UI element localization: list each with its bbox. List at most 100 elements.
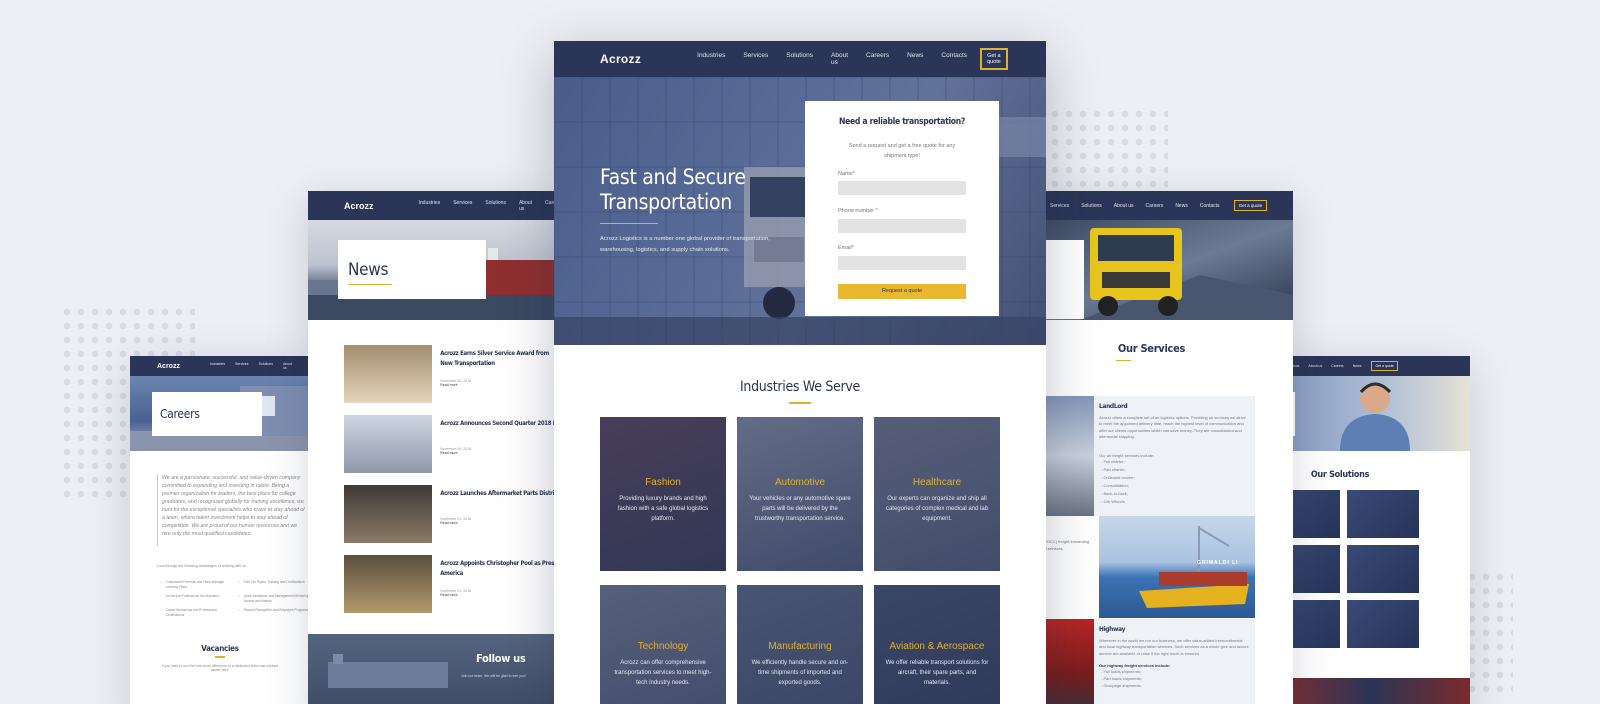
check-icon: ✓	[160, 608, 163, 612]
nav-item-about-us[interactable]: About us	[519, 200, 532, 212]
nav-item-about-us[interactable]: About us	[831, 52, 848, 66]
news-item[interactable]: Acrozz Appoints Christopher Pool as Pres…	[344, 555, 558, 613]
industry-tile-fashion[interactable]: Fashion Providing luxury brands and high …	[600, 417, 726, 571]
news-thumbnail[interactable]	[344, 555, 433, 613]
nav-item-careers[interactable]: Careers	[1331, 364, 1343, 368]
landlord-title: LandLord	[1099, 402, 1128, 410]
main-navbar: Acrozz Industries Services Solutions About …	[554, 41, 1046, 77]
tile-content: Manufacturing We efficiently handle secur…	[737, 641, 863, 688]
services-quote-button[interactable]: Get a quote	[1233, 200, 1268, 211]
industries-title: Industries We Serve	[740, 379, 860, 395]
nav-item-contacts[interactable]: Contacts	[1200, 203, 1220, 209]
industry-tile-healthcare[interactable]: Healthcare Our experts can organize and s…	[874, 417, 1000, 571]
benefits-grid: ✓ Customized Personal and Team Manager Le…	[160, 580, 310, 618]
nav-item-services[interactable]: Services	[453, 200, 472, 212]
industries-underline	[789, 402, 811, 404]
solutions-title: Our Solutions	[1310, 470, 1370, 480]
nav-item-about-us[interactable]: About us	[283, 362, 292, 370]
news-text: Acrozz Announces Second Quarter 2018 F No…	[440, 415, 558, 473]
benefit-item: ✓ Quick Assistance and Management Mentori…	[238, 594, 310, 604]
vacancies-underline	[215, 656, 225, 658]
benefit-label: Career Workshops and Professional Certif…	[165, 608, 217, 617]
phone-field[interactable]	[838, 219, 966, 233]
nav-item-careers[interactable]: Careers	[866, 52, 889, 66]
solution-tile[interactable]	[1347, 600, 1419, 648]
freight-list-item: - Full charter;	[1101, 459, 1125, 464]
nav-item-solutions[interactable]: Solutions	[1081, 203, 1102, 209]
benefit-label: Free Tax Rights, Training and Certificat…	[243, 580, 305, 584]
news-item[interactable]: Acrozz Launches Aftermarket Parts Distri…	[344, 485, 558, 543]
benefit-item: ✓ Free Tax Rights, Training and Certifica…	[238, 580, 310, 590]
freight-list-item: - Back-to-back;	[1101, 491, 1128, 496]
news-item-title[interactable]: Acrozz Appoints Christopher Pool as Pres…	[440, 559, 558, 579]
nav-item-contacts[interactable]: Contacts	[941, 52, 967, 66]
solutions-page-mockup: SolutionsAbout usCareersNews Get a quote…	[1270, 356, 1470, 704]
industry-tile-manufacturing[interactable]: Manufacturing We efficiently handle secur…	[737, 585, 863, 704]
email-field[interactable]	[838, 256, 966, 270]
nav-item-careers[interactable]: Careers	[1146, 203, 1164, 209]
nav-item-solutions[interactable]: Solutions	[485, 200, 506, 212]
careers-quote-block: We are a passionate, successful, and val…	[157, 474, 305, 546]
news-item-title[interactable]: Acrozz Announces Second Quarter 2018 F	[440, 419, 558, 429]
news-logo[interactable]: Acrozz	[344, 201, 374, 211]
nav-item-industries[interactable]: Industries	[210, 362, 225, 370]
main-logo[interactable]: Acrozz	[600, 52, 641, 66]
nav-item-news[interactable]: News	[1175, 203, 1188, 209]
request-quote-button[interactable]: Request a quote	[838, 284, 966, 299]
tile-description: We efficiently handle secure and on-time…	[751, 660, 849, 686]
tile-title: Technology	[637, 641, 689, 652]
nav-item-industries[interactable]: Industries	[697, 52, 725, 66]
solution-tile[interactable]	[1347, 545, 1419, 593]
tile-description: Providing luxury brands and high fashion…	[617, 496, 709, 522]
news-thumbnail[interactable]	[344, 345, 433, 403]
news-thumbnail[interactable]	[344, 415, 433, 473]
benefit-label: Reward Recognition and Employee Programs	[243, 608, 309, 612]
news-read-more[interactable]: Read more	[440, 521, 558, 525]
nav-item-services[interactable]: Services	[1050, 203, 1069, 209]
news-read-more[interactable]: Read more	[440, 451, 558, 455]
news-item-title[interactable]: Acrozz Earns Silver Service Award from N…	[440, 349, 558, 369]
solutions-quote-button[interactable]: Get a quote	[1371, 361, 1398, 371]
follow-title: Follow us	[476, 652, 526, 665]
industry-tile-aviation-aerospace[interactable]: Aviation & Aerospace We offer reliable tr…	[874, 585, 1000, 704]
nav-item-solutions[interactable]: Solutions	[786, 52, 813, 66]
industry-tile-automotive[interactable]: Automotive Your vehicles or any automotiv…	[737, 417, 863, 571]
benefit-item: ✓ Reward Recognition and Employee Program…	[238, 608, 310, 618]
nav-item-news[interactable]: News	[1353, 364, 1362, 368]
operator-image	[1340, 382, 1410, 451]
nav-item-about-us[interactable]: About us	[1308, 364, 1322, 368]
highway-image	[1040, 619, 1094, 704]
nav-item-services[interactable]: Services	[743, 52, 768, 66]
get-quote-button[interactable]: Get a quote	[980, 48, 1008, 70]
freight-list-item: - On-board courier;	[1101, 475, 1135, 480]
tile-content: Healthcare Our experts can organize and s…	[874, 477, 1000, 524]
news-item-title[interactable]: Acrozz Launches Aftermarket Parts Distri	[440, 489, 558, 499]
main-hero: Fast and Secure Transportation Acrozz Lo…	[554, 77, 1046, 345]
industry-tile-technology[interactable]: Technology Acrozz can offer comprehensive…	[600, 585, 726, 704]
nav-item-news[interactable]: News	[907, 52, 923, 66]
careers-intro: Look through the following advantages of…	[157, 564, 247, 568]
careers-quote: We are a passionate, successful, and val…	[162, 475, 305, 537]
cargo-ship-graphic	[1139, 526, 1249, 608]
tile-title: Aviation & Aerospace	[889, 641, 985, 652]
freight-list: - Full charter; - Part charter; - On-board…	[1101, 458, 1249, 506]
form-subtitle: Send a request and get a free quote for …	[848, 143, 956, 159]
news-item[interactable]: Acrozz Earns Silver Service Award from N…	[344, 345, 558, 403]
solution-tile[interactable]	[1347, 490, 1419, 538]
careers-logo[interactable]: Acrozz	[157, 363, 180, 370]
nav-item-services[interactable]: Services	[235, 362, 248, 370]
nav-item-industries[interactable]: Industries	[419, 200, 441, 212]
landlord-text: LandLord Acrozz offers a complete set of…	[1099, 402, 1249, 506]
news-list: Acrozz Earns Silver Service Award from N…	[308, 320, 558, 613]
freight-list-item: - Consolidation;	[1101, 483, 1129, 488]
news-read-more[interactable]: Read more	[440, 593, 558, 597]
news-read-more[interactable]: Read more	[440, 383, 558, 387]
tile-description: Your vehicles or any automotive spare pa…	[749, 496, 851, 522]
tile-title: Automotive	[774, 477, 826, 488]
news-thumbnail[interactable]	[344, 485, 433, 543]
nav-item-about-us[interactable]: About us	[1114, 203, 1134, 209]
nav-item-solutions[interactable]: Solutions	[259, 362, 273, 370]
news-title-card: News	[338, 240, 486, 299]
news-item[interactable]: Acrozz Announces Second Quarter 2018 F No…	[344, 415, 558, 473]
name-field[interactable]	[838, 181, 966, 195]
